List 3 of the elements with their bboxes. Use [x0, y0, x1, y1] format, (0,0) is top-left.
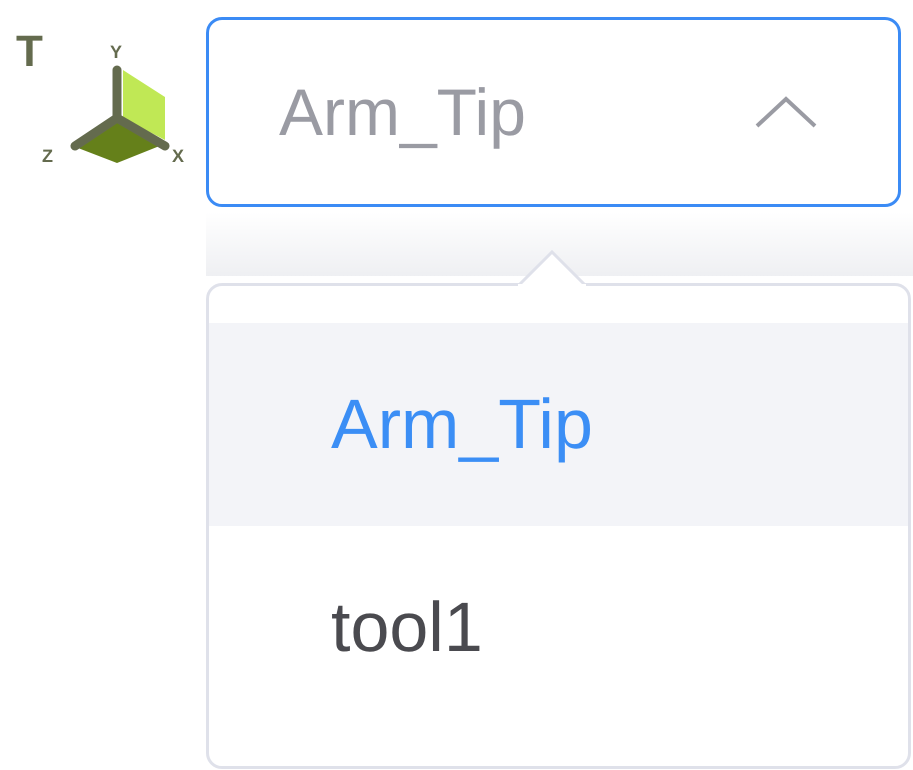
dropdown-option[interactable]: Arm_Tip — [209, 323, 908, 526]
select-field[interactable]: Arm_Tip — [206, 17, 901, 207]
chevron-up-icon — [754, 95, 818, 129]
